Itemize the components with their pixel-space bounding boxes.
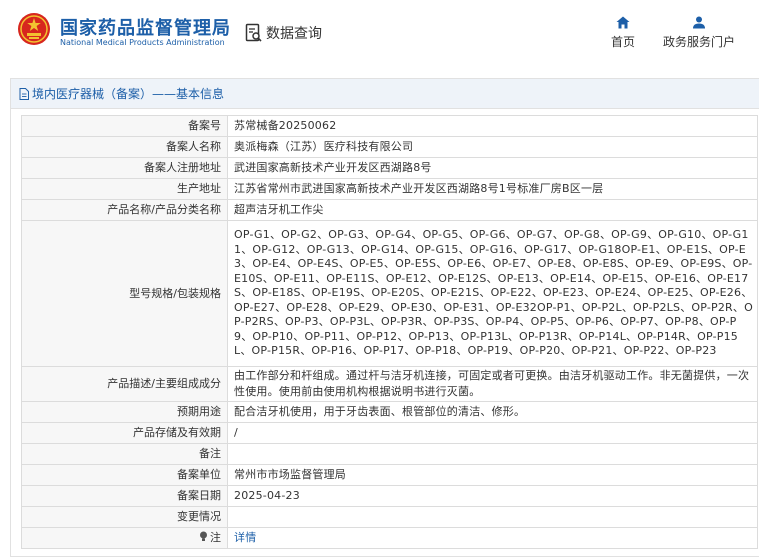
field-value: /	[227, 422, 758, 444]
table-row: 注 详情	[21, 527, 758, 549]
field-label: 备案日期	[21, 485, 228, 507]
note-label-cell: 注	[21, 527, 228, 549]
field-value: 2025-04-23	[227, 485, 758, 507]
table-row: 备注	[21, 443, 758, 465]
field-value: 武进国家高新技术产业开发区西湖路8号	[227, 157, 758, 179]
table-row: 备案人名称 奥派梅森（江苏）医疗科技有限公司	[21, 136, 758, 158]
field-label: 变更情况	[21, 506, 228, 528]
table-row: 型号规格/包装规格 OP-G1、OP-G2、OP-G3、OP-G4、OP-G5、…	[21, 220, 758, 367]
field-value: 苏常械备20250062	[227, 115, 758, 137]
search-document-icon	[245, 23, 262, 42]
field-label: 注	[210, 531, 221, 544]
data-query-link[interactable]: 数据查询	[245, 22, 322, 44]
table-row: 产品描述/主要组成成分 由工作部分和杆组成。通过杆与洁牙机连接，可固定或者可更换…	[21, 366, 758, 402]
table-row: 生产地址 江苏省常州市武进国家高新技术产业开发区西湖路8号1号标准厂房B区一层	[21, 178, 758, 200]
field-label: 型号规格/包装规格	[21, 220, 228, 367]
table-row: 产品名称/产品分类名称 超声洁牙机工作尖	[21, 199, 758, 221]
site-header: 国家药品监督管理局 National Medical Products Admi…	[0, 0, 759, 66]
lightbulb-icon	[200, 531, 207, 541]
table-row: 备案单位 常州市市场监督管理局	[21, 464, 758, 486]
user-group-icon	[693, 16, 705, 29]
field-value: OP-G1、OP-G2、OP-G3、OP-G4、OP-G5、OP-G6、OP-G…	[227, 220, 758, 367]
table-row: 变更情况	[21, 506, 758, 528]
data-query-label: 数据查询	[266, 26, 322, 42]
field-label: 生产地址	[21, 178, 228, 200]
table-row: 备案人注册地址 武进国家高新技术产业开发区西湖路8号	[21, 157, 758, 179]
field-value: 超声洁牙机工作尖	[227, 199, 758, 221]
nav-home-label: 首页	[610, 35, 635, 49]
field-label: 产品描述/主要组成成分	[21, 366, 228, 402]
nav-home[interactable]: 首页	[606, 16, 640, 50]
field-label: 产品名称/产品分类名称	[21, 199, 228, 221]
field-label: 备注	[21, 443, 228, 465]
field-value	[227, 443, 758, 465]
field-value-cell: 详情	[227, 527, 758, 549]
breadcrumb: 境内医疗器械（备案）——基本信息	[11, 79, 759, 109]
field-label: 产品存储及有效期	[21, 422, 228, 444]
field-label: 备案号	[21, 115, 228, 137]
field-label: 备案人注册地址	[21, 157, 228, 179]
field-value: 配合洁牙机使用，用于牙齿表面、根管部位的清洁、修形。	[227, 401, 758, 423]
document-icon	[19, 87, 29, 100]
site-title-cn[interactable]: 国家药品监督管理局	[60, 14, 231, 40]
field-value: 奥派梅森（江苏）医疗科技有限公司	[227, 136, 758, 158]
content-panel: 境内医疗器械（备案）——基本信息 备案号 苏常械备20250062 备案人名称 …	[10, 78, 759, 557]
site-title-en: National Medical Products Administration	[60, 38, 225, 47]
field-value: 常州市市场监督管理局	[227, 464, 758, 486]
nav-service-portal-label: 政务服务门户	[662, 35, 735, 49]
field-value	[227, 506, 758, 528]
details-link[interactable]: 详情	[234, 531, 256, 544]
national-emblem-icon[interactable]	[17, 12, 51, 46]
table-row: 预期用途 配合洁牙机使用，用于牙齿表面、根管部位的清洁、修形。	[21, 401, 758, 423]
table-row: 产品存储及有效期 /	[21, 422, 758, 444]
nav-service-portal[interactable]: 政务服务门户	[658, 16, 740, 50]
field-label: 备案人名称	[21, 136, 228, 158]
field-label: 备案单位	[21, 464, 228, 486]
breadcrumb-text[interactable]: 境内医疗器械（备案）——基本信息	[32, 85, 224, 102]
home-icon	[616, 16, 630, 29]
field-value: 江苏省常州市武进国家高新技术产业开发区西湖路8号1号标准厂房B区一层	[227, 178, 758, 200]
field-label: 预期用途	[21, 401, 228, 423]
field-value: 由工作部分和杆组成。通过杆与洁牙机连接，可固定或者可更换。由洁牙机驱动工作。非无…	[227, 366, 758, 402]
record-table: 备案号 苏常械备20250062 备案人名称 奥派梅森（江苏）医疗科技有限公司 …	[21, 115, 758, 549]
record-table-wrap: 备案号 苏常械备20250062 备案人名称 奥派梅森（江苏）医疗科技有限公司 …	[21, 115, 758, 549]
table-row: 备案号 苏常械备20250062	[21, 115, 758, 137]
table-row: 备案日期 2025-04-23	[21, 485, 758, 507]
